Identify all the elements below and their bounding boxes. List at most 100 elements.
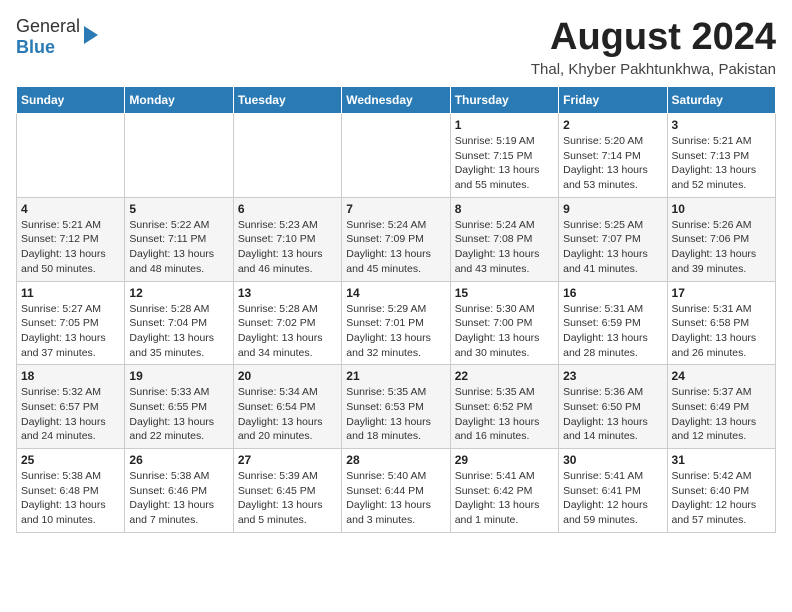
day-number: 25 <box>21 453 120 467</box>
calendar-cell: 21Sunrise: 5:35 AMSunset: 6:53 PMDayligh… <box>342 365 450 449</box>
calendar-cell: 7Sunrise: 5:24 AMSunset: 7:09 PMDaylight… <box>342 197 450 281</box>
location-subtitle: Thal, Khyber Pakhtunkhwa, Pakistan <box>531 61 776 78</box>
day-number: 9 <box>563 202 662 216</box>
calendar-cell: 20Sunrise: 5:34 AMSunset: 6:54 PMDayligh… <box>233 365 341 449</box>
calendar-cell: 5 Sunrise: 5:22 AMSunset: 7:11 PMDaylight… <box>125 197 233 281</box>
calendar-cell <box>233 114 341 198</box>
day-number: 7 <box>346 202 445 216</box>
day-info: Sunrise: 5:29 AMSunset: 7:01 PMDaylight:… <box>346 302 445 361</box>
day-info: Sunrise: 5:28 AMSunset: 7:04 PMDaylight:… <box>129 302 228 361</box>
day-info: Sunrise: 5:41 AMSunset: 6:42 PMDaylight:… <box>455 469 554 528</box>
day-info: Sunrise: 5:25 AMSunset: 7:07 PMDaylight:… <box>563 218 662 277</box>
day-info: Sunrise: 5:40 AMSunset: 6:44 PMDaylight:… <box>346 469 445 528</box>
calendar-cell: 11Sunrise: 5:27 AMSunset: 7:05 PMDayligh… <box>17 281 125 365</box>
calendar-week-row: 11Sunrise: 5:27 AMSunset: 7:05 PMDayligh… <box>17 281 776 365</box>
day-number: 8 <box>455 202 554 216</box>
day-info: Sunrise: 5:41 AMSunset: 6:41 PMDaylight:… <box>563 469 662 528</box>
logo-general: General <box>16 16 80 36</box>
calendar-cell: 8 Sunrise: 5:24 AMSunset: 7:08 PMDaylight… <box>450 197 558 281</box>
day-number: 4 <box>21 202 120 216</box>
logo-arrow-icon <box>84 26 98 44</box>
day-number: 22 <box>455 369 554 383</box>
day-info: Sunrise: 5:21 AMSunset: 7:12 PMDaylight:… <box>21 218 120 277</box>
title-block: August 2024 Thal, Khyber Pakhtunkhwa, Pa… <box>531 16 776 78</box>
day-number: 30 <box>563 453 662 467</box>
page-header: General Blue August 2024 Thal, Khyber Pa… <box>16 16 776 78</box>
calendar-cell: 23Sunrise: 5:36 AMSunset: 6:50 PMDayligh… <box>559 365 667 449</box>
calendar-header-tuesday: Tuesday <box>233 87 341 114</box>
calendar-header-thursday: Thursday <box>450 87 558 114</box>
calendar-cell: 30 Sunrise: 5:41 AMSunset: 6:41 PMDayligh… <box>559 449 667 533</box>
day-number: 19 <box>129 369 228 383</box>
calendar-cell: 4 Sunrise: 5:21 AMSunset: 7:12 PMDaylight… <box>17 197 125 281</box>
calendar-cell: 6 Sunrise: 5:23 AMSunset: 7:10 PMDaylight… <box>233 197 341 281</box>
calendar-header-row: SundayMondayTuesdayWednesdayThursdayFrid… <box>17 87 776 114</box>
calendar-cell: 19 Sunrise: 5:33 AMSunset: 6:55 PMDayligh… <box>125 365 233 449</box>
day-number: 24 <box>672 369 771 383</box>
day-info: Sunrise: 5:39 AMSunset: 6:45 PMDaylight:… <box>238 469 337 528</box>
calendar-header-sunday: Sunday <box>17 87 125 114</box>
day-number: 14 <box>346 286 445 300</box>
day-number: 26 <box>129 453 228 467</box>
calendar-cell: 18Sunrise: 5:32 AMSunset: 6:57 PMDayligh… <box>17 365 125 449</box>
day-number: 6 <box>238 202 337 216</box>
day-number: 13 <box>238 286 337 300</box>
day-info: Sunrise: 5:38 AMSunset: 6:48 PMDaylight:… <box>21 469 120 528</box>
calendar-cell: 24 Sunrise: 5:37 AMSunset: 6:49 PMDayligh… <box>667 365 775 449</box>
calendar-cell: 25 Sunrise: 5:38 AMSunset: 6:48 PMDayligh… <box>17 449 125 533</box>
calendar-week-row: 4 Sunrise: 5:21 AMSunset: 7:12 PMDaylight… <box>17 197 776 281</box>
day-info: Sunrise: 5:30 AMSunset: 7:00 PMDaylight:… <box>455 302 554 361</box>
day-info: Sunrise: 5:26 AMSunset: 7:06 PMDaylight:… <box>672 218 771 277</box>
day-number: 3 <box>672 118 771 132</box>
day-number: 15 <box>455 286 554 300</box>
day-info: Sunrise: 5:28 AMSunset: 7:02 PMDaylight:… <box>238 302 337 361</box>
calendar-cell <box>125 114 233 198</box>
calendar-cell: 1Sunrise: 5:19 AMSunset: 7:15 PMDaylight… <box>450 114 558 198</box>
calendar-cell: 26 Sunrise: 5:38 AMSunset: 6:46 PMDayligh… <box>125 449 233 533</box>
calendar-cell: 27 Sunrise: 5:39 AMSunset: 6:45 PMDayligh… <box>233 449 341 533</box>
calendar-cell: 3 Sunrise: 5:21 AMSunset: 7:13 PMDaylight… <box>667 114 775 198</box>
calendar-cell: 16 Sunrise: 5:31 AMSunset: 6:59 PMDayligh… <box>559 281 667 365</box>
day-number: 16 <box>563 286 662 300</box>
calendar-week-row: 25 Sunrise: 5:38 AMSunset: 6:48 PMDayligh… <box>17 449 776 533</box>
day-number: 20 <box>238 369 337 383</box>
day-number: 29 <box>455 453 554 467</box>
day-number: 18 <box>21 369 120 383</box>
logo-blue: Blue <box>16 37 55 57</box>
day-info: Sunrise: 5:21 AMSunset: 7:13 PMDaylight:… <box>672 134 771 193</box>
calendar-cell: 28Sunrise: 5:40 AMSunset: 6:44 PMDayligh… <box>342 449 450 533</box>
calendar-header-friday: Friday <box>559 87 667 114</box>
day-info: Sunrise: 5:33 AMSunset: 6:55 PMDaylight:… <box>129 385 228 444</box>
day-info: Sunrise: 5:20 AMSunset: 7:14 PMDaylight:… <box>563 134 662 193</box>
day-info: Sunrise: 5:31 AMSunset: 6:59 PMDaylight:… <box>563 302 662 361</box>
calendar-cell: 14 Sunrise: 5:29 AMSunset: 7:01 PMDayligh… <box>342 281 450 365</box>
day-info: Sunrise: 5:24 AMSunset: 7:08 PMDaylight:… <box>455 218 554 277</box>
calendar-header-saturday: Saturday <box>667 87 775 114</box>
calendar-cell <box>17 114 125 198</box>
day-info: Sunrise: 5:38 AMSunset: 6:46 PMDaylight:… <box>129 469 228 528</box>
day-info: Sunrise: 5:37 AMSunset: 6:49 PMDaylight:… <box>672 385 771 444</box>
day-info: Sunrise: 5:36 AMSunset: 6:50 PMDaylight:… <box>563 385 662 444</box>
calendar-header-wednesday: Wednesday <box>342 87 450 114</box>
day-info: Sunrise: 5:22 AMSunset: 7:11 PMDaylight:… <box>129 218 228 277</box>
day-info: Sunrise: 5:31 AMSunset: 6:58 PMDaylight:… <box>672 302 771 361</box>
month-year-title: August 2024 <box>531 16 776 59</box>
day-info: Sunrise: 5:23 AMSunset: 7:10 PMDaylight:… <box>238 218 337 277</box>
calendar-cell: 31 Sunrise: 5:42 AMSunset: 6:40 PMDayligh… <box>667 449 775 533</box>
day-number: 27 <box>238 453 337 467</box>
day-info: Sunrise: 5:35 AMSunset: 6:53 PMDaylight:… <box>346 385 445 444</box>
calendar-cell: 15 Sunrise: 5:30 AMSunset: 7:00 PMDayligh… <box>450 281 558 365</box>
day-number: 5 <box>129 202 228 216</box>
day-info: Sunrise: 5:42 AMSunset: 6:40 PMDaylight:… <box>672 469 771 528</box>
calendar-table: SundayMondayTuesdayWednesdayThursdayFrid… <box>16 86 776 533</box>
day-number: 1 <box>455 118 554 132</box>
day-number: 11 <box>21 286 120 300</box>
day-number: 31 <box>672 453 771 467</box>
day-number: 10 <box>672 202 771 216</box>
logo: General Blue <box>16 16 98 58</box>
calendar-cell: 29 Sunrise: 5:41 AMSunset: 6:42 PMDayligh… <box>450 449 558 533</box>
calendar-week-row: 18Sunrise: 5:32 AMSunset: 6:57 PMDayligh… <box>17 365 776 449</box>
logo-text: General Blue <box>16 16 80 58</box>
calendar-cell: 9 Sunrise: 5:25 AMSunset: 7:07 PMDaylight… <box>559 197 667 281</box>
calendar-cell: 22Sunrise: 5:35 AMSunset: 6:52 PMDayligh… <box>450 365 558 449</box>
